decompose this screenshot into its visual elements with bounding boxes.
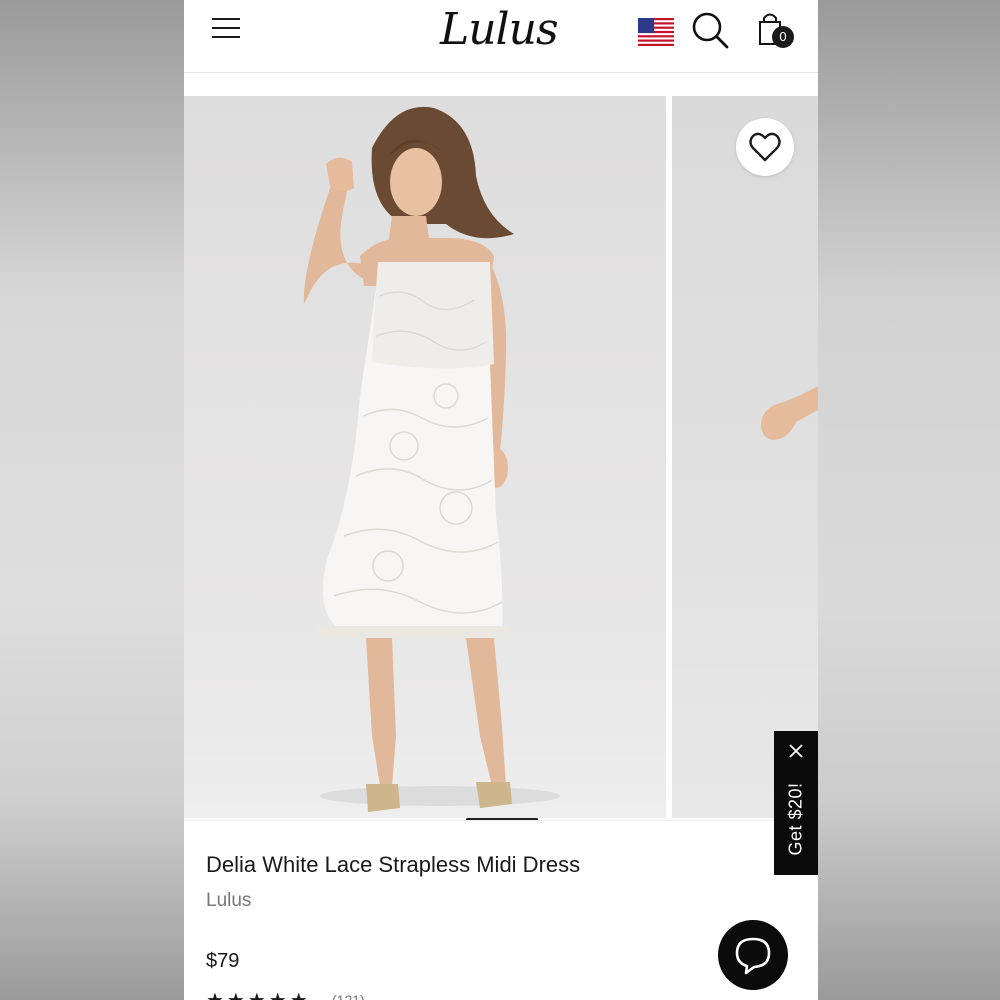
review-count[interactable]: (121) xyxy=(332,992,365,1000)
search-icon[interactable] xyxy=(690,10,730,50)
lulus-logo[interactable]: Lulus xyxy=(440,2,570,58)
blurred-background-left xyxy=(0,0,184,1000)
product-photo-main[interactable] xyxy=(184,96,666,818)
product-photo-next[interactable] xyxy=(672,96,818,818)
cart-count-badge[interactable]: 0 xyxy=(772,26,794,48)
rating-stars[interactable]: ★★★★★ xyxy=(206,988,311,1000)
get-20-promo-tab[interactable]: Get $20! xyxy=(774,731,818,875)
model-wearing-dress-illustration xyxy=(303,106,560,812)
promo-label[interactable]: Get $20! xyxy=(786,782,807,855)
brand-link[interactable]: Lulus xyxy=(206,890,251,912)
chat-bubble-icon[interactable] xyxy=(718,920,788,990)
site-header: Lulus 0 xyxy=(184,0,818,73)
next-photo-preview xyxy=(761,386,818,440)
chat-button[interactable] xyxy=(718,920,788,990)
wishlist-button[interactable] xyxy=(736,118,794,176)
product-price: $79 xyxy=(206,950,240,972)
product-title: Delia White Lace Strapless Midi Dress xyxy=(206,852,581,877)
phone-screen: Lulus 0 Delia White Lace Strapless Midi … xyxy=(184,0,818,1000)
divider xyxy=(184,820,818,821)
blurred-background-right xyxy=(818,0,1000,1000)
product-image-gallery[interactable] xyxy=(184,96,818,818)
menu-icon[interactable] xyxy=(212,16,242,40)
us-flag-icon[interactable] xyxy=(638,18,674,46)
heart-icon[interactable] xyxy=(736,118,794,176)
close-icon[interactable] xyxy=(786,741,806,761)
